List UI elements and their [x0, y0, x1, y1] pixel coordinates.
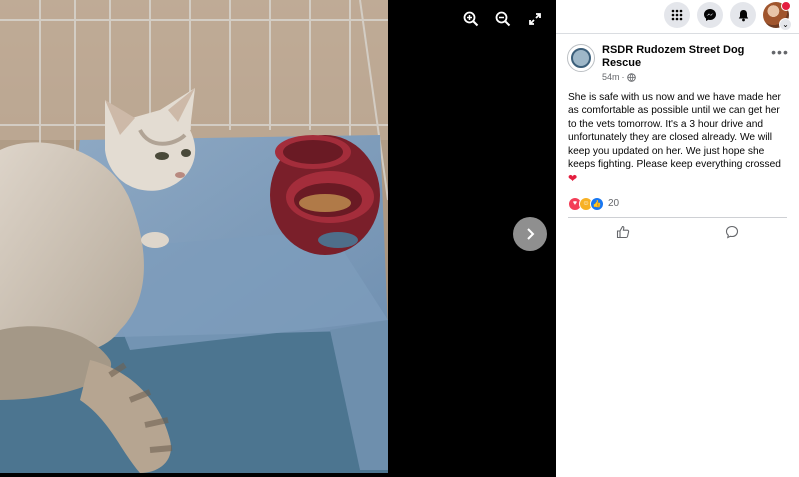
reaction-icons[interactable]: ♥ ☺ 👍: [568, 196, 604, 211]
post-time[interactable]: 54m: [602, 72, 620, 82]
messenger-icon: [704, 9, 716, 21]
like-button[interactable]: [568, 221, 678, 243]
post-panel: ⌄ RSDR Rudozem Street Dog Rescue 54m · •…: [556, 0, 799, 477]
post-text: She is safe with us now and we have made…: [556, 82, 799, 187]
notification-dot: [781, 1, 791, 11]
post-header: RSDR Rudozem Street Dog Rescue 54m · •••: [556, 34, 799, 82]
post-message: She is safe with us now and we have made…: [568, 92, 781, 171]
heart-emoji: ❤: [568, 173, 578, 186]
globe-icon: [626, 72, 636, 82]
zoom-in-icon: [463, 11, 479, 27]
next-photo-button[interactable]: [513, 217, 547, 251]
meta-separator: ·: [621, 72, 625, 82]
reactions-bar: ♥ ☺ 👍 20: [556, 187, 799, 217]
post-header-text: RSDR Rudozem Street Dog Rescue 54m ·: [602, 44, 771, 82]
photo-viewer: [0, 0, 556, 477]
fullscreen-icon: [529, 13, 541, 25]
comment-icon: [726, 225, 739, 239]
thumbs-up-icon: [616, 225, 629, 238]
post-actions: [556, 218, 799, 246]
cat-photo-image: [0, 0, 388, 473]
more-options-button[interactable]: •••: [771, 45, 789, 62]
zoom-out-icon: [495, 11, 511, 27]
zoom-in-button[interactable]: [458, 8, 484, 30]
chevron-down-icon: ⌄: [779, 18, 792, 31]
post-photo[interactable]: [0, 0, 388, 473]
reaction-count[interactable]: 20: [608, 198, 619, 209]
page-name-link[interactable]: RSDR Rudozem Street Dog Rescue: [602, 44, 771, 70]
comment-button[interactable]: [678, 221, 788, 243]
page-avatar[interactable]: [567, 44, 595, 72]
fullscreen-button[interactable]: [522, 8, 548, 30]
post-meta: 54m ·: [602, 72, 771, 82]
like-reaction-icon: 👍: [590, 196, 604, 211]
notifications-icon: [738, 9, 748, 21]
chevron-right-icon: [527, 228, 535, 240]
page-logo-icon: [571, 48, 591, 68]
menu-button[interactable]: [664, 2, 690, 28]
messenger-button[interactable]: [697, 2, 723, 28]
notifications-button[interactable]: [730, 2, 756, 28]
viewer-toolbar: [458, 8, 548, 30]
account-avatar-button[interactable]: ⌄: [763, 1, 792, 31]
top-navigation: ⌄: [556, 0, 799, 31]
zoom-out-button[interactable]: [490, 8, 516, 30]
menu-grid-icon: [671, 9, 683, 21]
